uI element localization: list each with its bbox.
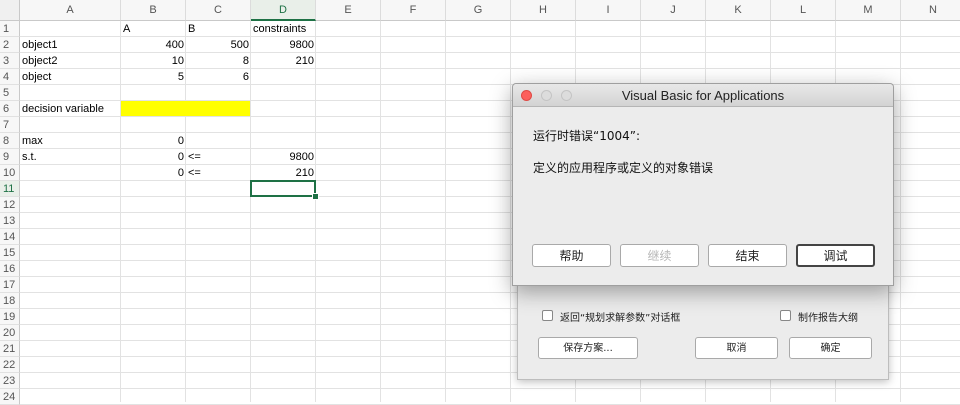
save-scenario-button[interactable]: 保存方案... (538, 337, 638, 359)
cell-b10[interactable]: 0 (121, 165, 186, 181)
cell-c3[interactable]: 8 (186, 53, 251, 69)
row-header-22[interactable]: 22 (0, 357, 20, 373)
row-header-1[interactable]: 1 (0, 21, 20, 37)
cell-a6[interactable]: decision variable (20, 101, 121, 117)
cell-b4[interactable]: 5 (121, 69, 186, 85)
cell-c2[interactable]: 500 (186, 37, 251, 53)
cell-b2[interactable]: 400 (121, 37, 186, 53)
cell-d10[interactable]: 210 (251, 165, 316, 181)
row-header-24[interactable]: 24 (0, 389, 20, 405)
continue-button[interactable]: 继续 (620, 244, 699, 267)
column-header-e[interactable]: E (316, 0, 381, 21)
row-header-5[interactable]: 5 (0, 85, 20, 101)
grid-line (20, 388, 960, 389)
column-header-b[interactable]: B (121, 0, 186, 21)
row-header-23[interactable]: 23 (0, 373, 20, 389)
help-button[interactable]: 帮助 (532, 244, 611, 267)
column-header-n[interactable]: N (901, 0, 960, 21)
cell-a8[interactable]: max (20, 133, 121, 149)
close-icon[interactable] (521, 90, 532, 101)
end-button[interactable]: 结束 (708, 244, 787, 267)
column-header-d[interactable]: D (251, 0, 316, 21)
solver-cancel-button[interactable]: 取消 (695, 337, 778, 359)
row-header-17[interactable]: 17 (0, 277, 20, 293)
row-header-14[interactable]: 14 (0, 229, 20, 245)
cell-d3[interactable]: 210 (251, 53, 316, 69)
column-header-j[interactable]: J (641, 0, 706, 21)
cell-b1[interactable]: A (121, 21, 186, 37)
cell-d1[interactable]: constraints (251, 21, 316, 37)
column-header-f[interactable]: F (381, 0, 446, 21)
row-header-20[interactable]: 20 (0, 325, 20, 341)
outline-report-label: 制作报告大纲 (798, 313, 858, 324)
column-header-i[interactable]: I (576, 0, 641, 21)
column-header-c[interactable]: C (186, 0, 251, 21)
row-header-15[interactable]: 15 (0, 245, 20, 261)
active-cell-selection[interactable] (250, 180, 316, 197)
row-header-6[interactable]: 6 (0, 101, 20, 117)
cell-c1[interactable]: B (186, 21, 251, 37)
row-header-7[interactable]: 7 (0, 117, 20, 133)
row-header-10[interactable]: 10 (0, 165, 20, 181)
row-header-9[interactable]: 9 (0, 149, 20, 165)
column-header-a[interactable]: A (20, 0, 121, 21)
fill-handle[interactable] (312, 193, 319, 200)
column-header-h[interactable]: H (511, 0, 576, 21)
vba-error-message: 定义的应用程序或定义的对象错误 (533, 161, 714, 175)
return-solver-params-checkbox[interactable] (542, 310, 553, 321)
row-header-8[interactable]: 8 (0, 133, 20, 149)
cell-c4[interactable]: 6 (186, 69, 251, 85)
vba-error-dialog: Visual Basic for Applications 运行时错误“1004… (512, 83, 894, 286)
cell-b8[interactable]: 0 (121, 133, 186, 149)
row-header-16[interactable]: 16 (0, 261, 20, 277)
cell-c10[interactable]: <= (186, 165, 251, 181)
decision-variable-range[interactable] (121, 101, 250, 116)
cell-b9[interactable]: 0 (121, 149, 186, 165)
row-header-4[interactable]: 4 (0, 69, 20, 85)
row-header-12[interactable]: 12 (0, 197, 20, 213)
cell-a9[interactable]: s.t. (20, 149, 121, 165)
row-header-2[interactable]: 2 (0, 37, 20, 53)
solver-ok-button[interactable]: 确定 (789, 337, 872, 359)
cell-a4[interactable]: object (20, 69, 121, 85)
vba-title: Visual Basic for Applications (621, 88, 785, 103)
column-header-m[interactable]: M (836, 0, 901, 21)
vba-error-code: 运行时错误“1004”: (533, 129, 641, 143)
row-header-13[interactable]: 13 (0, 213, 20, 229)
cell-d9[interactable]: 9800 (251, 149, 316, 165)
row-header-21[interactable]: 21 (0, 341, 20, 357)
zoom-icon (561, 90, 572, 101)
cell-c9[interactable]: <= (186, 149, 251, 165)
cell-a2[interactable]: object1 (20, 37, 121, 53)
row-header-11[interactable]: 11 (0, 181, 20, 197)
row-header-19[interactable]: 19 (0, 309, 20, 325)
row-header-3[interactable]: 3 (0, 53, 20, 69)
minimize-icon (541, 90, 552, 101)
solver-results-dialog: 返回“规划求解参数”对话框 制作报告大纲 保存方案... 取消 确定 (517, 280, 889, 380)
outline-report-checkbox[interactable] (780, 310, 791, 321)
row-header-18[interactable]: 18 (0, 293, 20, 309)
debug-button[interactable]: 调试 (796, 244, 875, 267)
cell-a3[interactable]: object2 (20, 53, 121, 69)
select-all-corner[interactable] (0, 0, 20, 21)
column-header-k[interactable]: K (706, 0, 771, 21)
cell-b3[interactable]: 10 (121, 53, 186, 69)
column-header-l[interactable]: L (771, 0, 836, 21)
return-solver-params-label: 返回“规划求解参数”对话框 (560, 313, 681, 324)
column-header-g[interactable]: G (446, 0, 511, 21)
cell-d2[interactable]: 9800 (251, 37, 316, 53)
